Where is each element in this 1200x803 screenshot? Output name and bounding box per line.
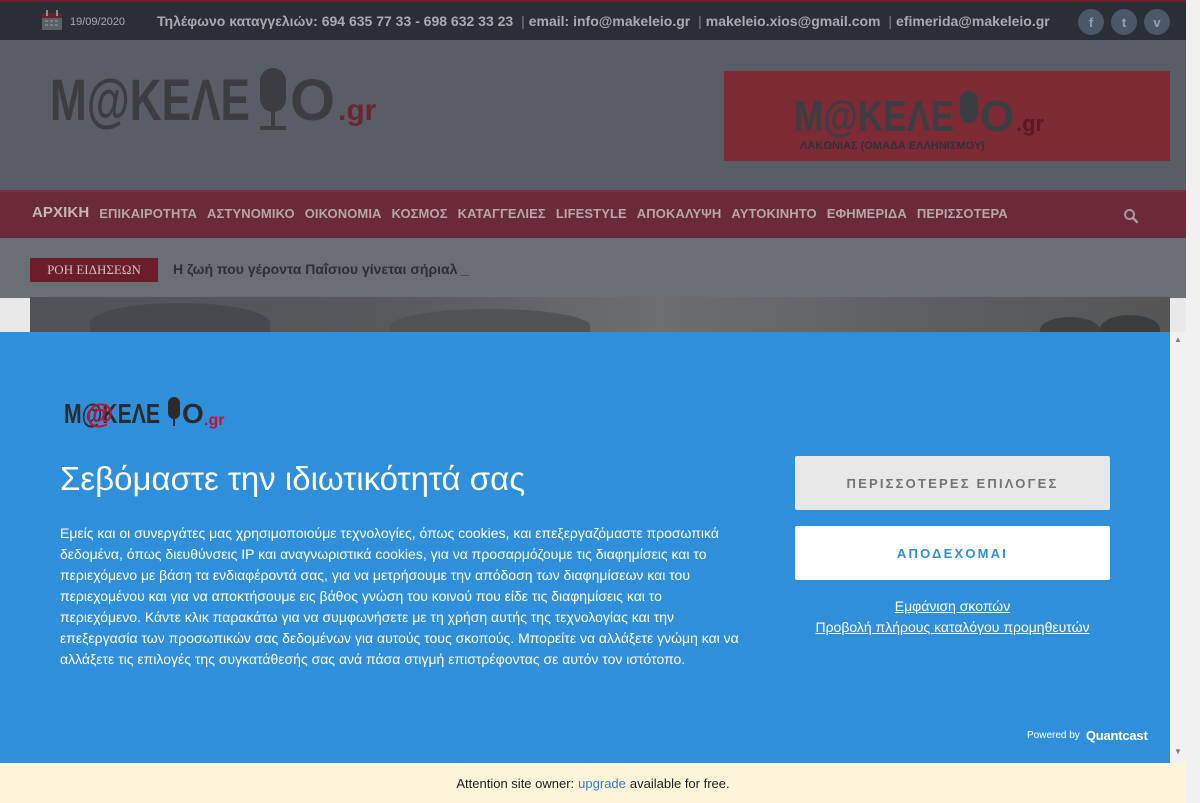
svg-text:M@ΚΕΛΕ: M@ΚΕΛΕ (50, 68, 250, 133)
page-scrollbar[interactable] (1186, 0, 1200, 803)
scroll-down-arrow-icon[interactable]: ▼ (1171, 746, 1185, 758)
separator: | (698, 13, 702, 29)
vendor-list-link[interactable]: Προβολή πλήρους καταλόγου προμηθευτών (0, 619, 1200, 635)
svg-text:O: O (980, 92, 1014, 141)
site-logo[interactable]: M@ΚΕΛΕ O .gr (48, 62, 393, 144)
vine-icon[interactable]: v (1144, 9, 1170, 35)
svg-text:.gr: .gr (204, 412, 224, 429)
twitter-icon[interactable]: t (1111, 9, 1137, 35)
quantcast-logo[interactable]: Quantcast (1086, 728, 1148, 743)
separator: | (888, 13, 893, 29)
powered-by-label: Powered by (1027, 730, 1080, 741)
hero-image[interactable] (30, 297, 1170, 333)
svg-text:M@ΚΕΛΕ: M@ΚΕΛΕ (794, 92, 954, 141)
nav-item-world[interactable]: ΚΟΣΜΟΣ (392, 206, 448, 221)
powered-by: Powered by Quantcast (1027, 728, 1148, 743)
contact-email-link[interactable]: email: info@makeleio.gr (529, 13, 690, 29)
nav-item-more[interactable]: ΠΕΡΙΣΣΟΤΕΡΑ (917, 206, 1008, 221)
contact-email-link[interactable]: makeleio.xios@gmail.com (706, 13, 881, 29)
nav-item-revelation[interactable]: ΑΠΟΚΑΛΥΨΗ (637, 206, 722, 221)
contact-info: Τηλέφωνο καταγγελιών: 694 635 77 33 - 69… (157, 13, 1050, 29)
nav-item-news[interactable]: ΕΠΙΚΑΙΡΟΤΗΤΑ (99, 206, 197, 221)
calendar-icon (42, 10, 62, 30)
nav-item-newspaper[interactable]: ΕΦΗΜΕΡΙΔΑ (827, 206, 907, 221)
facebook-icon[interactable]: f (1078, 9, 1104, 35)
contact-phones: Τηλέφωνο καταγγελιών: 694 635 77 33 - 69… (157, 13, 514, 29)
nav-item-car[interactable]: ΑΥΤΟΚΙΝΗΤΟ (731, 206, 816, 221)
dialog-scrollbar[interactable] (1170, 332, 1186, 763)
contact-email-link[interactable]: efimerida@makeleio.gr (896, 13, 1050, 29)
nav-item-police[interactable]: ΑΣΤΥΝΟΜΙΚΟ (207, 206, 295, 221)
scroll-up-arrow-icon[interactable]: ▲ (1171, 334, 1185, 346)
svg-text:.gr: .gr (338, 94, 377, 127)
upgrade-link[interactable]: upgrade (578, 776, 626, 791)
attention-suffix: available for free. (629, 775, 730, 791)
accept-button[interactable]: ΑΠΟΔΕΧΟΜΑΙ (795, 526, 1110, 580)
attention-bar: Attention site owner: upgrade available … (0, 763, 1186, 803)
banner-logo: M@ΚΕΛΕ O .gr ΛΑΚΩΝΙΑΣ (ΟΜΑΔΑ ΕΛΛΗΝΙΣΜΟΥ) (794, 91, 1045, 152)
svg-text:O: O (182, 398, 204, 429)
ticker-label: ΡΟΗ ΕΙΔΗΣΕΩΝ (30, 258, 158, 282)
svg-text:O: O (290, 68, 335, 133)
show-purposes-link[interactable]: Εμφάνιση σκοπών (0, 598, 1200, 614)
separator: | (521, 13, 525, 29)
main-navigation: ΑΡΧΙΚΗ ΕΠΙΚΑΙΡΟΤΗΤΑ ΑΣΤΥΝΟΜΙΚΟ ΟΙΚΟΝΟΜΙΑ… (0, 190, 1186, 238)
attention-prefix: Attention site owner: (456, 775, 575, 791)
svg-text:@: @ (86, 398, 113, 429)
banner-subtitle: ΛΑΚΩΝΙΑΣ (ΟΜΑΔΑ ΕΛΛΗΝΙΣΜΟΥ) (800, 140, 985, 152)
search-icon[interactable] (1123, 208, 1139, 224)
current-date: 19/09/2020 (70, 16, 126, 28)
nav-item-economy[interactable]: ΟΙΚΟΝΟΜΙΑ (305, 206, 382, 221)
ticker-headline[interactable]: Η ζωή που γέροντα Παΐσιου γίνεται σήριαλ… (173, 261, 469, 277)
consent-logo: M@ΚΕΛΕ @ O .gr (64, 397, 224, 429)
consent-title: Σεβόμαστε την ιδιωτικότητά σας (60, 460, 526, 497)
header-banner-ad[interactable]: M@ΚΕΛΕ O .gr ΛΑΚΩΝΙΑΣ (ΟΜΑΔΑ ΕΛΛΗΝΙΣΜΟΥ) (724, 71, 1170, 161)
svg-text:.gr: .gr (1016, 111, 1045, 136)
nav-item-lifestyle[interactable]: LIFESTYLE (556, 206, 627, 221)
consent-description: Εμείς και οι συνεργάτες μας χρησιμοποιού… (60, 525, 739, 667)
nav-item-complaints[interactable]: ΚΑΤΑΓΓΕΛΙΕΣ (458, 206, 546, 221)
top-bar: 19/09/2020 Τηλέφωνο καταγγελιών: 694 635… (0, 0, 1186, 40)
more-options-button[interactable]: ΠΕΡΙΣΣΟΤΕΡΕΣ ΕΠΙΛΟΓΕΣ (795, 456, 1110, 510)
nav-item-home[interactable]: ΑΡΧΙΚΗ (32, 204, 89, 221)
